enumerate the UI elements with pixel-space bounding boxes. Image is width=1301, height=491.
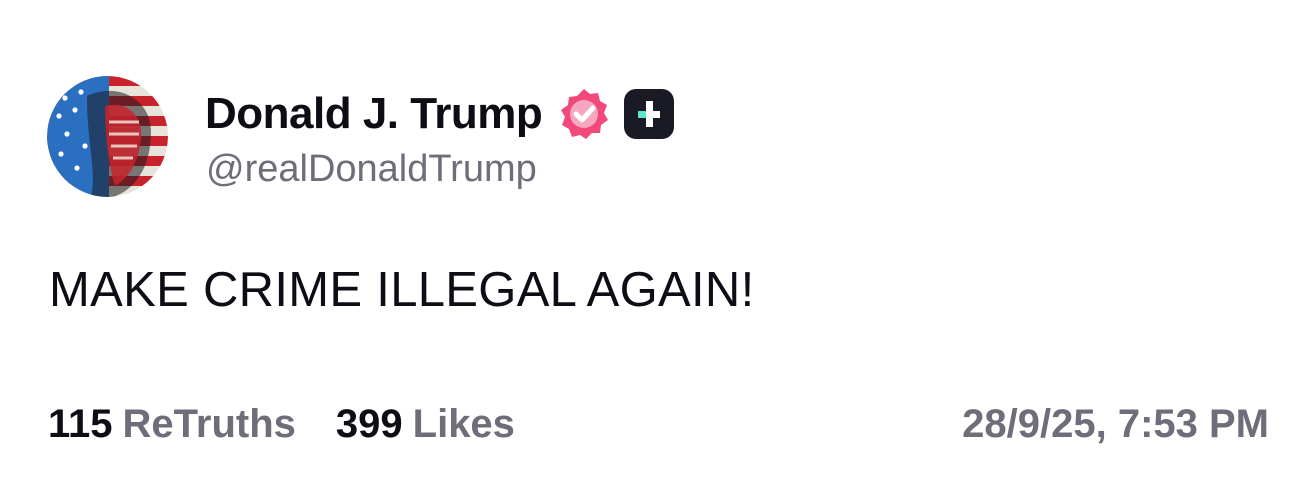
verified-badge-icon: [556, 86, 612, 142]
retruths-stat[interactable]: 115 ReTruths: [48, 402, 296, 447]
avatar-flag-portrait-icon: [47, 76, 168, 197]
author-row: Donald J. Trump: [205, 84, 676, 144]
retruths-count: 115: [48, 402, 113, 446]
post-stats: 115 ReTruths 399 Likes: [48, 402, 515, 447]
retruths-label: ReTruths: [122, 402, 296, 446]
post-timestamp[interactable]: 28/9/25, 7:53 PM: [962, 402, 1269, 447]
author-handle[interactable]: @realDonaldTrump: [206, 148, 537, 191]
post-card: Donald J. Trump @realDonaldTrump MAKE CR…: [0, 0, 1301, 491]
likes-count: 399: [335, 402, 403, 446]
post-text: MAKE CRIME ILLEGAL AGAIN!: [49, 263, 755, 317]
avatar[interactable]: [47, 76, 168, 197]
truth-plus-badge-icon: [622, 87, 676, 141]
likes-stat[interactable]: 399 Likes: [336, 402, 515, 447]
display-name[interactable]: Donald J. Trump: [205, 89, 543, 139]
likes-label: Likes: [412, 402, 515, 446]
